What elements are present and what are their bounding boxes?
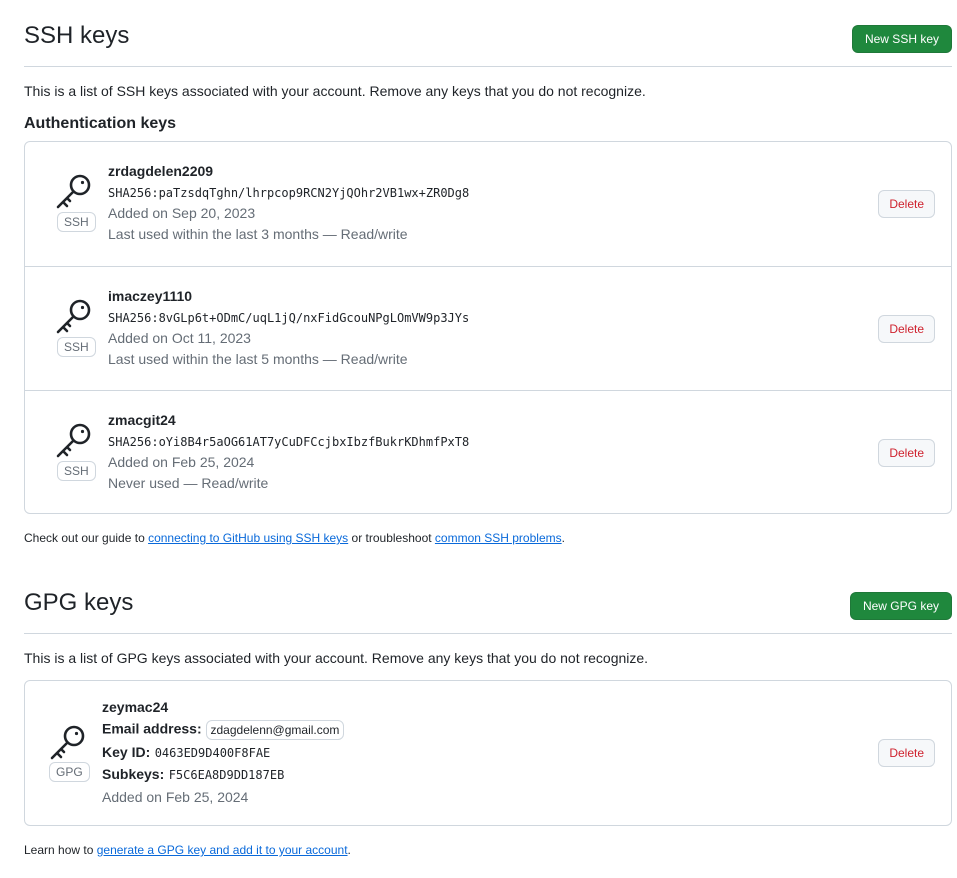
ssh-key-usage: Last used within the last 3 months — Rea… xyxy=(108,226,408,242)
key-icon xyxy=(56,174,91,209)
gpg-email-value: zdagdelenn@gmail.com xyxy=(205,720,345,740)
ssh-key-name: zrdagdelen2209 xyxy=(108,163,214,179)
new-ssh-key-button[interactable]: New SSH key xyxy=(851,25,952,53)
gpg-keys-list: GPG zeymac24 Email address: zdagdelenn@g… xyxy=(24,680,952,826)
ssh-key-name: imaczey1110 xyxy=(108,288,193,304)
ssh-help-suffix: . xyxy=(561,531,565,545)
ssh-section-header: SSH keys New SSH key xyxy=(24,18,952,67)
ssh-badge: SSH xyxy=(57,212,96,232)
ssh-key-row: SSH imaczey1110 SHA256:8vGLp6t+ODmC/uqL1… xyxy=(25,266,951,390)
ssh-key-added-date: Added on Feb 25, 2024 xyxy=(108,454,255,470)
ssh-key-fingerprint: SHA256:paTzsdqTghn/lhrpcop9RCN2YjQOhr2VB… xyxy=(108,186,470,200)
gpg-section-title: GPG keys xyxy=(24,589,134,616)
ssh-key-usage: Never used — Read/write xyxy=(108,475,269,491)
ssh-key-usage: Last used within the last 5 months — Rea… xyxy=(108,351,408,367)
gpg-description: This is a list of GPG keys associated wi… xyxy=(24,650,649,666)
ssh-key-fingerprint: SHA256:oYi8B4r5aOG61AT7yCuDFCcjbxIbzfBuk… xyxy=(108,435,470,449)
gpg-subkeys-value: F5C6EA8D9DD187EB xyxy=(168,768,285,782)
ssh-key-fingerprint: SHA256:8vGLp6t+ODmC/uqL1jQ/nxFidGcouNPgL… xyxy=(108,311,470,325)
key-icon xyxy=(50,725,85,760)
delete-gpg-key-button[interactable]: Delete xyxy=(878,739,935,767)
gpg-section-header: GPG keys New GPG key xyxy=(24,585,952,634)
gpg-keyid-label: Key ID: xyxy=(102,744,151,760)
ssh-key-name: zmacgit24 xyxy=(108,412,176,428)
gpg-key-added-date: Added on Feb 25, 2024 xyxy=(102,789,249,805)
ssh-description: This is a list of SSH keys associated wi… xyxy=(24,83,646,99)
delete-ssh-key-button[interactable]: Delete xyxy=(878,315,935,343)
ssh-keys-list: SSH zrdagdelen2209 SHA256:paTzsdqTghn/lh… xyxy=(24,141,952,514)
ssh-help-prefix: Check out our guide to xyxy=(24,531,149,545)
gpg-key-name: zeymac24 xyxy=(102,699,169,715)
key-icon xyxy=(56,423,91,458)
gpg-help-note: Learn how to generate a GPG key and add … xyxy=(24,843,351,857)
ssh-help-note: Check out our guide to connecting to Git… xyxy=(24,531,565,545)
delete-ssh-key-button[interactable]: Delete xyxy=(878,439,935,467)
ssh-guide-link[interactable]: connecting to GitHub using SSH keys xyxy=(148,531,348,545)
ssh-help-middle: or troubleshoot xyxy=(348,531,435,545)
gpg-help-prefix: Learn how to xyxy=(24,843,97,857)
gpg-keyid-row: Key ID: 0463ED9D400F8FAE xyxy=(102,744,270,762)
ssh-key-row: SSH zrdagdelen2209 SHA256:paTzsdqTghn/lh… xyxy=(25,142,951,266)
gpg-keyid-value: 0463ED9D400F8FAE xyxy=(154,746,271,760)
ssh-section-title: SSH keys xyxy=(24,22,130,49)
ssh-troubleshoot-link[interactable]: common SSH problems xyxy=(435,531,562,545)
key-icon xyxy=(56,299,91,334)
gpg-email-row: Email address: zdagdelenn@gmail.com xyxy=(102,720,345,740)
ssh-key-row: SSH zmacgit24 SHA256:oYi8B4r5aOG61AT7yCu… xyxy=(25,390,951,514)
ssh-badge: SSH xyxy=(57,337,96,357)
ssh-key-added-date: Added on Sep 20, 2023 xyxy=(108,205,256,221)
new-gpg-key-button[interactable]: New GPG key xyxy=(849,592,952,620)
gpg-help-suffix: . xyxy=(347,843,351,857)
delete-ssh-key-button[interactable]: Delete xyxy=(878,190,935,218)
gpg-guide-link[interactable]: generate a GPG key and add it to your ac… xyxy=(97,843,348,857)
authentication-keys-heading: Authentication keys xyxy=(24,115,177,132)
gpg-subkeys-row: Subkeys: F5C6EA8D9DD187EB xyxy=(102,766,284,784)
gpg-email-label: Email address: xyxy=(102,720,202,737)
gpg-badge: GPG xyxy=(49,762,90,782)
ssh-badge: SSH xyxy=(57,461,96,481)
ssh-key-added-date: Added on Oct 11, 2023 xyxy=(108,330,251,346)
gpg-subkeys-label: Subkeys: xyxy=(102,766,165,782)
